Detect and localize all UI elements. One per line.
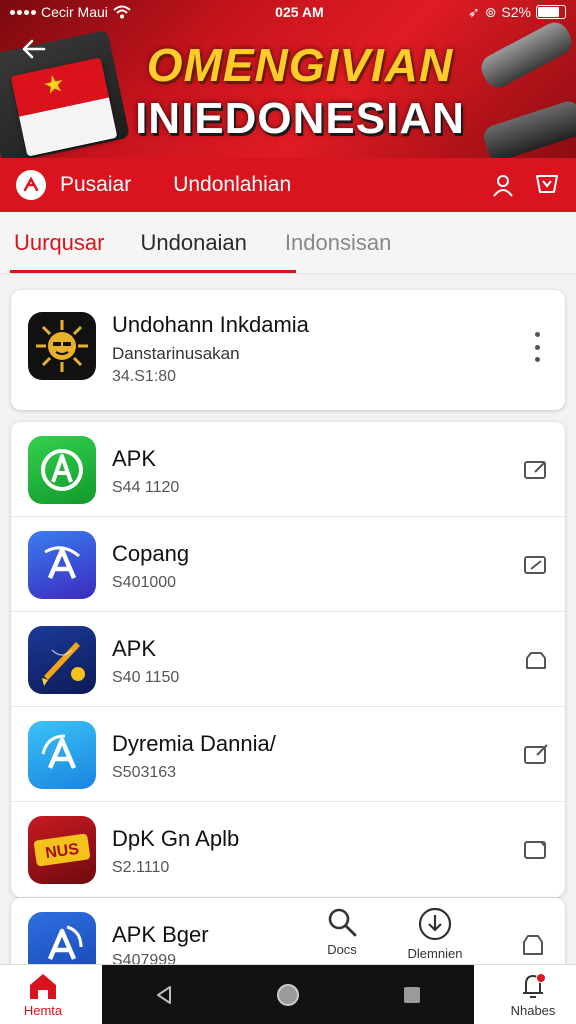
download-manager-button[interactable]: Dlemnien <box>400 906 470 961</box>
list-item[interactable]: NUS DpK Gn Aplb S2.1110 <box>11 802 565 897</box>
signal-icon <box>10 9 36 15</box>
download-box-icon[interactable] <box>523 648 549 672</box>
list-item[interactable]: Copang S401000 <box>11 517 565 612</box>
download-label: Dlemnien <box>407 946 463 961</box>
carrier-name: Cecir Maui <box>41 4 108 20</box>
system-navigation-bar <box>102 965 474 1024</box>
location-icon: ➶ <box>467 3 480 20</box>
tab-0[interactable]: Uurqusar <box>14 212 104 274</box>
system-back-icon[interactable] <box>153 984 175 1006</box>
list-item-size: S40 1150 <box>112 669 180 686</box>
wifi-icon <box>113 5 131 19</box>
nav-home-link[interactable]: Pusaiar <box>60 173 131 197</box>
banner-title-line2: INIEDONESIAN <box>135 94 465 143</box>
keris-icon <box>28 626 96 694</box>
tab-2[interactable]: Indonsisan <box>285 212 391 274</box>
banner-title-line1: OMENGIVIAN <box>146 39 454 91</box>
list-item-name: APK <box>112 446 157 471</box>
sun-emblem-icon <box>28 312 96 380</box>
list-item[interactable]: APK S40 1150 <box>11 612 565 707</box>
featured-app-size: 34.S1:80 <box>112 368 177 385</box>
bottom-home-label: Hemta <box>23 1003 63 1018</box>
search-button[interactable]: Docs <box>320 906 364 957</box>
category-tabs: Uurqusar Undonaian Indonsisan <box>0 212 576 274</box>
app-list: APK S44 1120 Copang S401000 APK S40 1150… <box>11 422 565 897</box>
letter-a-lightblue-icon <box>28 721 96 789</box>
list-item-size: S2.1110 <box>112 859 170 876</box>
tab-1[interactable]: Undonaian <box>140 212 246 274</box>
notification-dot <box>536 973 546 983</box>
bottom-navigation: Hemta Nhabes <box>0 964 576 1024</box>
featured-app-name: Undohann Inkdamia <box>112 312 309 337</box>
featured-app-subtitle: Danstarinusakan <box>112 344 240 363</box>
list-item-size: S44 1120 <box>112 479 180 496</box>
status-bar: Cecir Maui 025 AM ➶ ⊚ S2% <box>0 0 576 24</box>
edit-icon[interactable] <box>523 743 549 767</box>
bottom-home-button[interactable]: Hemta <box>16 971 70 1018</box>
search-icon <box>328 908 357 937</box>
cart-icon[interactable] <box>534 172 560 198</box>
nav-download-link[interactable]: Undonlahian <box>173 173 291 197</box>
top-nav-bar: Pusaiar Undonlahian <box>0 158 576 212</box>
home-icon <box>30 974 56 999</box>
list-item-name: APK <box>112 636 157 661</box>
list-item-size: S503163 <box>112 764 177 781</box>
letter-a-green-icon <box>28 436 96 504</box>
download-circle-icon <box>418 907 452 941</box>
edit-icon[interactable] <box>523 838 549 862</box>
logo-badge-icon: NUS <box>28 816 96 884</box>
list-item-size: S401000 <box>112 574 177 591</box>
list-item-name: DpK Gn Aplb <box>112 826 240 851</box>
edit-icon[interactable] <box>523 458 549 482</box>
bottom-notifications-button[interactable]: Nhabes <box>506 971 560 1018</box>
list-item-name: APK Bger <box>112 922 209 947</box>
bottom-notes-label: Nhabes <box>510 1003 556 1018</box>
featured-app-card[interactable]: Undohann Inkdamia Danstarinusakan 34.S1:… <box>11 290 565 410</box>
list-item-name: Copang <box>112 541 190 566</box>
download-box-icon[interactable] <box>520 930 546 958</box>
back-arrow-icon[interactable] <box>18 34 48 64</box>
search-label: Docs <box>327 942 357 957</box>
list-item[interactable]: APK S44 1120 <box>11 422 565 517</box>
list-item[interactable]: Dyremia Dannia/ S503163 <box>11 707 565 802</box>
alarm-icon: ⊚ <box>484 3 497 20</box>
battery-percent: S2% <box>501 4 531 20</box>
system-recents-icon[interactable] <box>401 984 423 1006</box>
active-tab-indicator <box>10 270 296 273</box>
clock: 025 AM <box>275 4 324 20</box>
list-item-name: Dyremia Dannia/ <box>112 731 276 756</box>
more-options-icon[interactable] <box>531 332 543 362</box>
user-icon[interactable] <box>490 172 516 198</box>
battery-icon <box>536 5 566 19</box>
star-icon: ★ <box>40 69 68 101</box>
home-logo-icon[interactable] <box>16 170 46 200</box>
edit-icon[interactable] <box>523 553 549 577</box>
letter-a-blue-icon <box>28 531 96 599</box>
system-home-icon[interactable] <box>276 983 300 1007</box>
